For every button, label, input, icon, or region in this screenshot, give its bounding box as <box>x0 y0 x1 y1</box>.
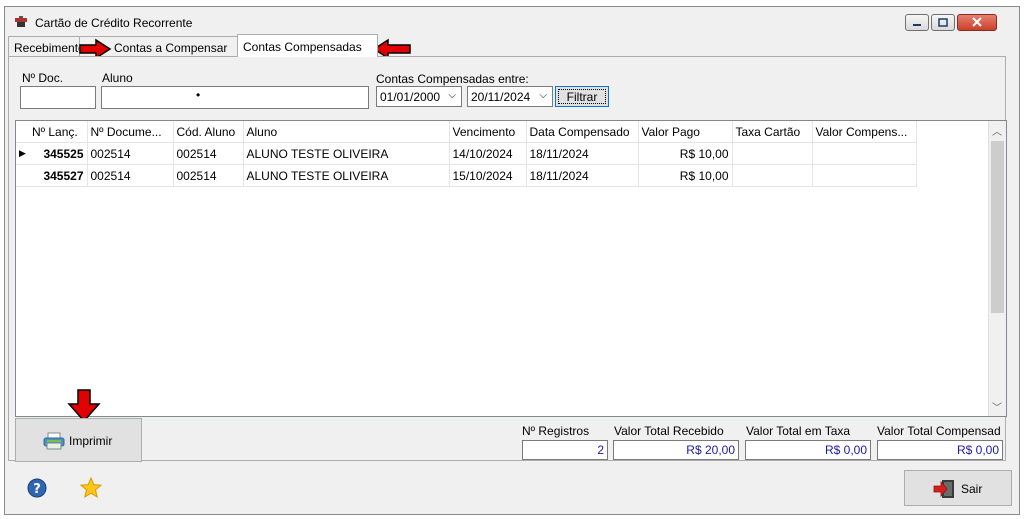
aluno-input[interactable]: • <box>101 86 369 109</box>
taxa-label: Valor Total em Taxa <box>746 424 851 438</box>
date-to-picker[interactable]: 20/11/2024 ⌵ <box>467 86 553 107</box>
current-row-indicator-icon: ▶ <box>16 142 29 165</box>
tab-recebimentos[interactable]: Recebimentos <box>8 36 80 56</box>
recebido-label: Valor Total Recebido <box>614 424 724 438</box>
cell-vencimento: 15/10/2024 <box>449 164 527 187</box>
results-grid[interactable]: Nº Lanç. Nº Docume... Cód. Aluno Aluno V… <box>15 120 1007 417</box>
date-from-picker[interactable]: 01/01/2000 ⌵ <box>376 86 462 107</box>
tab-contas-compensadas[interactable]: Contas Compensadas <box>237 34 378 57</box>
cell-cod-aluno: 002514 <box>173 164 244 187</box>
taxa-value: R$ 0,00 <box>745 440 871 460</box>
scroll-up-icon[interactable]: ︿ <box>992 123 1002 138</box>
minimize-button[interactable] <box>905 14 929 31</box>
cell-cod-aluno: 002514 <box>173 142 244 165</box>
cell-valor-pago: R$ 10,00 <box>638 164 733 187</box>
maximize-icon <box>938 18 948 27</box>
column-header-lanc[interactable]: Nº Lanç. <box>29 121 88 143</box>
cell-data-compensado: 18/11/2024 <box>526 164 639 187</box>
cell-aluno: ALUNO TESTE OLIVEIRA <box>243 142 450 165</box>
filter-button[interactable]: Filtrar <box>555 86 609 107</box>
svg-text:?: ? <box>33 482 41 497</box>
print-button-label: Imprimir <box>69 434 113 448</box>
calendar-dropdown-icon: ⌵ <box>539 90 547 101</box>
cell-valor-pago: R$ 10,00 <box>638 142 733 165</box>
help-icon[interactable]: ? <box>27 478 47 498</box>
calendar-dropdown-icon: ⌵ <box>448 90 456 101</box>
title-bar: Cartão de Crédito Recorrente <box>5 7 1019 37</box>
exit-button[interactable]: Sair <box>904 470 1012 506</box>
cell-lanc: 345527 <box>29 164 88 187</box>
date-to-value: 20/11/2024 <box>471 90 531 104</box>
compensado-value: R$ 0,00 <box>877 440 1003 460</box>
compensado-label: Valor Total Compensad <box>877 424 1001 438</box>
column-header-valor-pago[interactable]: Valor Pago <box>638 121 733 143</box>
cell-valor-compensado <box>812 142 917 165</box>
minimize-icon <box>913 24 921 26</box>
maximize-button[interactable] <box>931 14 955 31</box>
exit-door-icon <box>933 480 954 498</box>
cell-vencimento: 14/10/2024 <box>449 142 527 165</box>
close-button[interactable] <box>957 14 997 31</box>
aluno-label: Aluno <box>102 71 133 85</box>
cell-taxa-cartao <box>732 142 813 165</box>
column-header-data-compensado[interactable]: Data Compensado <box>526 121 639 143</box>
table-row[interactable]: ▶ 345525 002514 002514 ALUNO TESTE OLIVE… <box>16 142 917 165</box>
column-header-cod-aluno[interactable]: Cód. Aluno <box>173 121 244 143</box>
close-icon <box>972 17 982 27</box>
column-header-documento[interactable]: Nº Docume... <box>87 121 174 143</box>
scroll-down-icon[interactable]: ﹀ <box>992 399 1002 414</box>
row-header-corner <box>16 121 29 143</box>
tab-label: Contas a Compensar <box>114 41 228 55</box>
cell-documento: 002514 <box>87 164 174 187</box>
printer-icon <box>43 432 65 450</box>
registros-value: 2 <box>522 440 608 460</box>
column-header-vencimento[interactable]: Vencimento <box>449 121 527 143</box>
date-from-value: 01/01/2000 <box>380 90 441 104</box>
window-title: Cartão de Crédito Recorrente <box>35 16 193 30</box>
cell-taxa-cartao <box>732 164 813 187</box>
print-button[interactable]: Imprimir <box>15 418 142 462</box>
row-indicator <box>16 164 29 187</box>
aluno-input-value: • <box>196 88 201 102</box>
column-header-valor-compensado[interactable]: Valor Compens... <box>812 121 917 143</box>
column-header-taxa-cartao[interactable]: Taxa Cartão <box>732 121 813 143</box>
cell-lanc: 345525 <box>29 142 88 165</box>
doc-number-input[interactable] <box>20 86 96 109</box>
date-range-label: Contas Compensadas entre: <box>376 72 529 86</box>
doc-label: Nº Doc. <box>22 71 64 85</box>
table-row[interactable]: 345527 002514 002514 ALUNO TESTE OLIVEIR… <box>16 164 917 187</box>
tab-label: Recebimentos <box>14 41 79 55</box>
favorite-star-icon[interactable] <box>80 477 102 499</box>
cell-documento: 002514 <box>87 142 174 165</box>
scrollbar-thumb[interactable] <box>991 141 1004 313</box>
title-app-icon <box>15 16 27 27</box>
results-table: Nº Lanç. Nº Docume... Cód. Aluno Aluno V… <box>16 121 917 187</box>
table-header-row: Nº Lanç. Nº Docume... Cód. Aluno Aluno V… <box>16 121 917 143</box>
exit-button-label: Sair <box>961 482 983 496</box>
vertical-scrollbar[interactable]: ︿ ﹀ <box>988 121 1006 416</box>
cell-data-compensado: 18/11/2024 <box>526 142 639 165</box>
cell-aluno: ALUNO TESTE OLIVEIRA <box>243 164 450 187</box>
column-header-aluno[interactable]: Aluno <box>243 121 450 143</box>
cell-valor-compensado <box>812 164 917 187</box>
recebido-value: R$ 20,00 <box>613 440 739 460</box>
registros-label: Nº Registros <box>522 424 590 438</box>
tab-label: Contas Compensadas <box>243 40 362 54</box>
